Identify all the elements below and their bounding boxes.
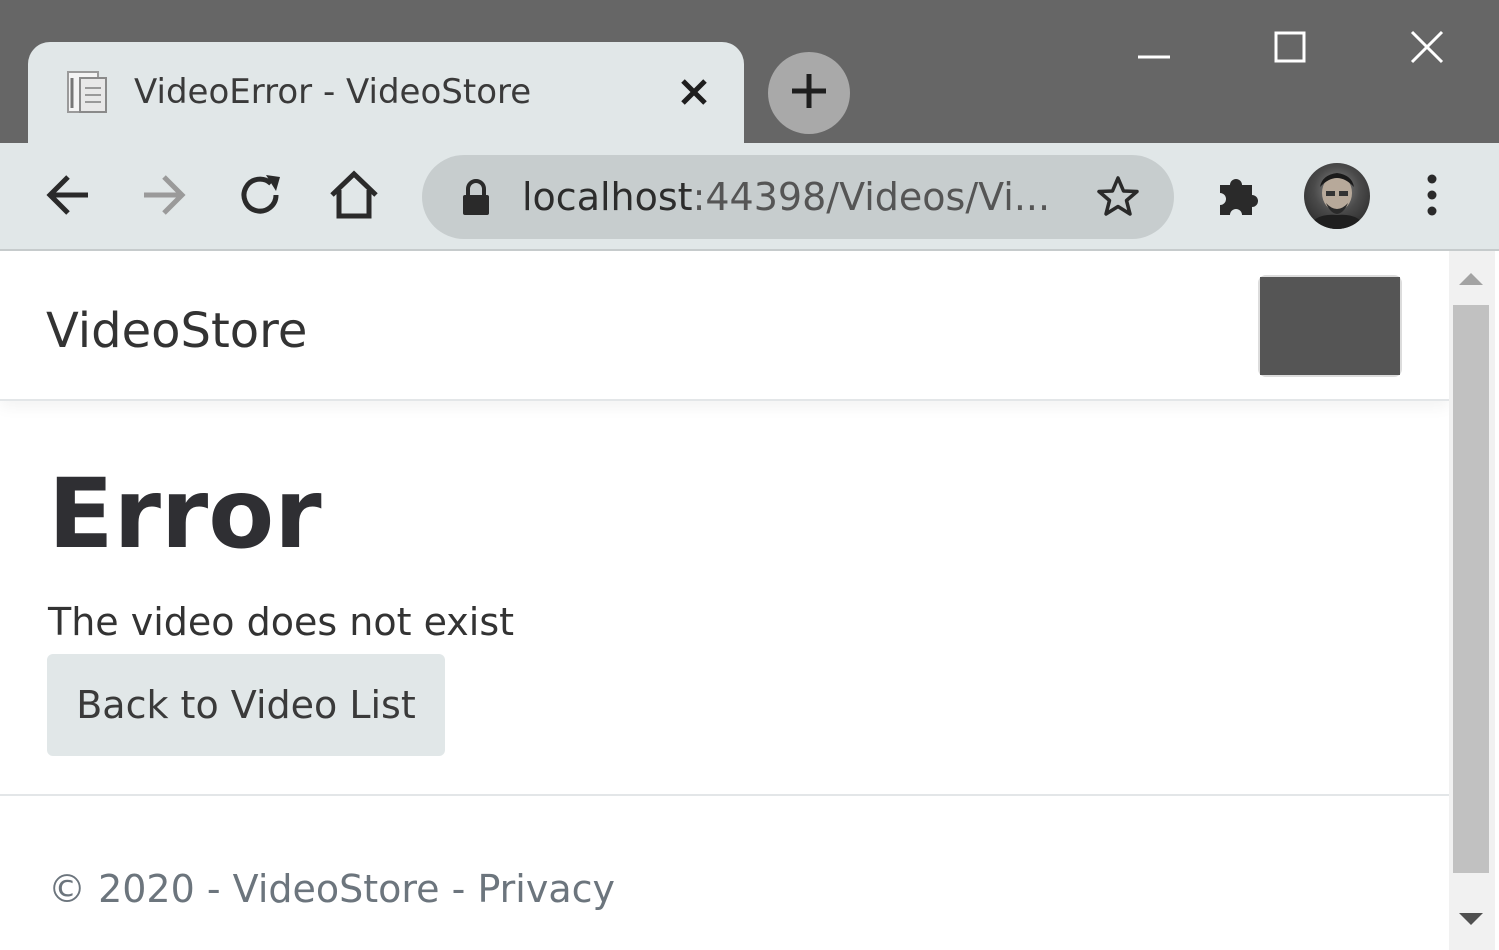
browser-window: VideoError - VideoStore localhost:44398/… <box>0 0 1499 950</box>
minimize-icon <box>1137 30 1171 68</box>
home-button[interactable] <box>324 167 384 227</box>
reload-icon <box>236 171 284 223</box>
minimize-button[interactable] <box>1124 22 1184 76</box>
back-arrow-icon <box>44 173 92 221</box>
scroll-up-arrow-icon[interactable] <box>1459 273 1483 285</box>
title-bar: VideoError - VideoStore <box>0 0 1499 146</box>
forward-button[interactable] <box>134 167 194 227</box>
error-message: The video does not exist <box>48 600 515 644</box>
forward-arrow-icon <box>140 173 188 221</box>
scrollbar-thumb[interactable] <box>1453 305 1489 873</box>
url-host: localhost <box>522 175 693 219</box>
extensions-button[interactable] <box>1208 167 1268 227</box>
page-title: Error <box>48 458 322 570</box>
address-bar[interactable]: localhost:44398/Videos/Vi... <box>422 155 1174 239</box>
page-viewport: VideoStore Error The video does not exis… <box>0 251 1449 950</box>
maximize-icon <box>1273 30 1307 68</box>
avatar[interactable] <box>1304 163 1370 229</box>
new-tab-button[interactable] <box>768 52 850 134</box>
reload-button[interactable] <box>230 167 290 227</box>
hamburger-icon <box>1260 277 1400 375</box>
scroll-down-arrow-icon[interactable] <box>1459 913 1483 925</box>
site-navbar: VideoStore <box>0 251 1449 401</box>
privacy-link[interactable]: Privacy <box>477 867 615 911</box>
page-icon <box>66 70 108 114</box>
tab-title: VideoError - VideoStore <box>134 72 532 112</box>
back-to-video-list-button[interactable]: Back to Video List <box>47 654 445 756</box>
plus-icon <box>789 71 829 115</box>
url-path: :44398/Videos/Vi... <box>692 175 1051 219</box>
puzzle-icon <box>1214 171 1262 223</box>
close-icon <box>1410 30 1444 68</box>
home-icon <box>329 170 379 224</box>
star-icon[interactable] <box>1096 175 1140 219</box>
footer-text: © 2020 - VideoStore - Privacy <box>48 864 615 914</box>
site-footer: © 2020 - VideoStore - Privacy <box>0 794 1449 950</box>
navbar-toggler-button[interactable] <box>1258 275 1402 377</box>
lock-icon[interactable] <box>458 177 494 217</box>
tab-active[interactable]: VideoError - VideoStore <box>28 42 744 146</box>
navbar-brand[interactable]: VideoStore <box>46 301 307 361</box>
vertical-scrollbar[interactable] <box>1449 251 1495 950</box>
browser-menu-button[interactable] <box>1402 167 1462 227</box>
kebab-menu-icon <box>1426 173 1438 221</box>
tab-close-icon[interactable] <box>674 72 714 112</box>
address-url[interactable]: localhost:44398/Videos/Vi... <box>522 173 1050 221</box>
footer-copyright: © 2020 - VideoStore - <box>48 867 478 911</box>
maximize-button[interactable] <box>1260 22 1320 76</box>
window-close-button[interactable] <box>1397 22 1457 76</box>
browser-toolbar: localhost:44398/Videos/Vi... <box>0 143 1499 251</box>
back-button[interactable] <box>38 167 98 227</box>
